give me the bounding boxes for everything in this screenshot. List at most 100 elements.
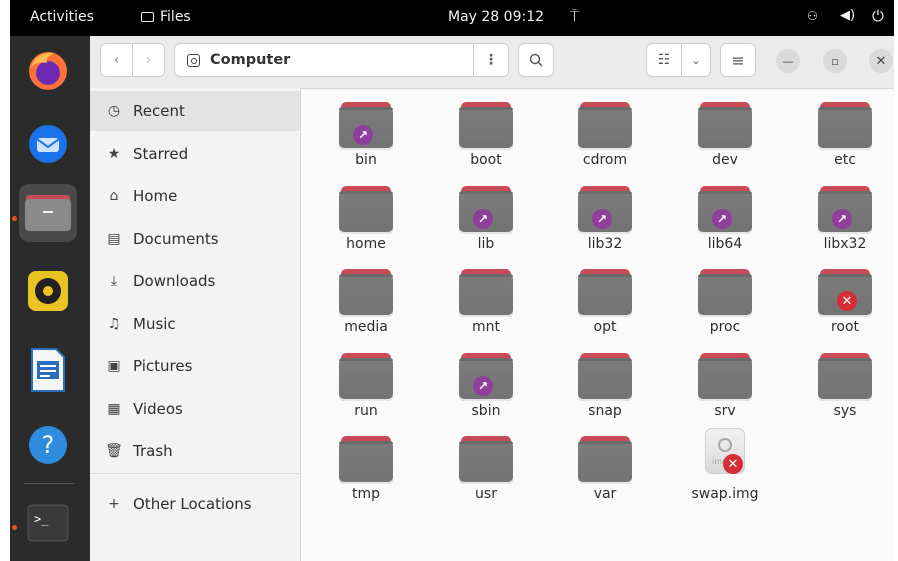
- symlink-emblem-icon: ↗: [473, 209, 493, 229]
- item-name: sbin: [471, 403, 501, 419]
- minimize-button[interactable]: —: [776, 49, 800, 73]
- app-menu[interactable]: Files: [141, 9, 191, 25]
- folder-item-lib64[interactable]: ↗ lib64: [675, 178, 775, 256]
- file-item-swap-img[interactable]: img ✕ swap.img: [675, 428, 775, 506]
- folder-icon: [459, 269, 513, 317]
- folder-item-proc[interactable]: proc: [675, 261, 775, 339]
- clock[interactable]: May 28 09:12: [448, 9, 544, 25]
- sidebar-item-label: Trash: [133, 442, 173, 460]
- forward-button[interactable]: ›: [132, 43, 165, 77]
- folder-icon: [339, 186, 393, 234]
- music-icon: ♫: [107, 316, 121, 332]
- symlink-emblem-icon: ↗: [592, 209, 612, 229]
- folder-item-cdrom[interactable]: cdrom: [555, 94, 655, 172]
- files-icon[interactable]: [19, 184, 77, 242]
- sidebar-item-recent[interactable]: ◷ Recent: [90, 91, 300, 131]
- folder-item-boot[interactable]: boot: [436, 94, 536, 172]
- list-view-button[interactable]: ☷: [646, 43, 682, 77]
- sidebar-item-videos[interactable]: ▦ Videos: [90, 389, 300, 429]
- folder-item-lib32[interactable]: ↗ lib32: [555, 178, 655, 256]
- sidebar-item-music[interactable]: ♫ Music: [90, 304, 300, 344]
- sidebar-item-label: Downloads: [133, 272, 216, 290]
- thunderbird-icon[interactable]: [19, 114, 77, 172]
- folder-icon: [578, 102, 632, 150]
- app-name: Files: [160, 9, 191, 25]
- volume-icon[interactable]: ◀): [840, 8, 855, 23]
- item-name: cdrom: [582, 152, 628, 168]
- power-icon[interactable]: ⏻: [872, 7, 884, 25]
- location-label: Computer: [210, 52, 291, 68]
- clock-icon: ◷: [107, 103, 121, 119]
- item-name: usr: [475, 486, 497, 502]
- sidebar-item-pictures[interactable]: ▣ Pictures: [90, 346, 300, 386]
- item-name: srv: [714, 403, 736, 419]
- item-name: lib32: [587, 236, 623, 252]
- maximize-button[interactable]: ▫: [823, 49, 847, 73]
- no-access-emblem-icon: ✕: [723, 454, 743, 474]
- folder-icon: [339, 353, 393, 401]
- folder-item-sbin[interactable]: ↗ sbin: [436, 345, 536, 423]
- location-bar[interactable]: Computer: [174, 43, 474, 77]
- picture-icon: ▣: [107, 358, 121, 374]
- folder-item-media[interactable]: media: [316, 261, 416, 339]
- folder-item-bin[interactable]: ↗ bin: [316, 94, 416, 172]
- folder-item-sys[interactable]: sys: [795, 345, 894, 423]
- folder-item-home[interactable]: home: [316, 178, 416, 256]
- folder-icon: [578, 353, 632, 401]
- folder-icon: [578, 436, 632, 484]
- terminal-icon[interactable]: >_: [19, 494, 77, 552]
- item-name: etc: [834, 152, 856, 168]
- firefox-icon[interactable]: [19, 41, 77, 99]
- sidebar-item-downloads[interactable]: ⤓ Downloads: [90, 261, 300, 301]
- star-icon: ★: [107, 146, 121, 162]
- notification-icon[interactable]: ⍑: [570, 7, 579, 25]
- search-button[interactable]: [518, 43, 554, 77]
- download-icon: ⤓: [110, 273, 118, 289]
- folder-item-etc[interactable]: etc: [795, 94, 894, 172]
- item-name: root: [830, 319, 860, 335]
- sidebar-item-other-locations[interactable]: + Other Locations: [90, 484, 300, 524]
- item-name: lib: [477, 236, 495, 252]
- top-bar: Activities Files May 28 09:12 ⍑ ⚇ ◀) ⏻: [10, 0, 894, 36]
- item-name: var: [593, 486, 617, 502]
- item-name: libx32: [823, 236, 867, 252]
- header-bar: ‹ › Computer ⋮ ☷ ⌄ ≡ — ▫ ✕: [90, 36, 894, 89]
- folder-item-root[interactable]: ✕ root: [795, 261, 894, 339]
- sidebar-item-documents[interactable]: ▤ Documents: [90, 219, 300, 259]
- folder-item-snap[interactable]: snap: [555, 345, 655, 423]
- symlink-emblem-icon: ↗: [832, 209, 852, 229]
- help-icon[interactable]: ?: [19, 416, 77, 474]
- folder-item-var[interactable]: var: [555, 428, 655, 506]
- main-menu-button[interactable]: ≡: [720, 43, 756, 77]
- folder-item-opt[interactable]: opt: [555, 261, 655, 339]
- sidebar-item-starred[interactable]: ★ Starred: [90, 134, 300, 174]
- folder-icon: [339, 269, 393, 317]
- sidebar-item-home[interactable]: ⌂ Home: [90, 176, 300, 216]
- folder-item-lib[interactable]: ↗ lib: [436, 178, 536, 256]
- item-name: run: [354, 403, 378, 419]
- writer-icon[interactable]: [19, 341, 77, 399]
- rhythmbox-icon[interactable]: [19, 262, 77, 320]
- folder-item-libx32[interactable]: ↗ libx32: [795, 178, 894, 256]
- document-icon: ▤: [107, 231, 121, 247]
- activities-button[interactable]: Activities: [30, 9, 94, 25]
- folder-item-run[interactable]: run: [316, 345, 416, 423]
- folder-item-mnt[interactable]: mnt: [436, 261, 536, 339]
- folder-item-srv[interactable]: srv: [675, 345, 775, 423]
- folder-item-usr[interactable]: usr: [436, 428, 536, 506]
- sidebar-item-label: Other Locations: [133, 495, 252, 513]
- trash-icon: 🗑: [105, 443, 123, 459]
- back-button[interactable]: ‹: [100, 43, 133, 77]
- sidebar-item-label: Documents: [133, 230, 219, 248]
- item-name: boot: [470, 152, 502, 168]
- view-options-button[interactable]: ⌄: [681, 43, 711, 77]
- folder-item-dev[interactable]: dev: [675, 94, 775, 172]
- folder-item-tmp[interactable]: tmp: [316, 428, 416, 506]
- sidebar-item-label: Recent: [133, 102, 185, 120]
- sidebar-item-trash[interactable]: 🗑 Trash: [90, 431, 300, 471]
- network-icon[interactable]: ⚇: [807, 9, 818, 23]
- close-button[interactable]: ✕: [869, 49, 893, 73]
- folder-icon: [578, 269, 632, 317]
- sidebar-item-label: Pictures: [133, 357, 193, 375]
- location-menu-button[interactable]: ⋮: [473, 43, 509, 77]
